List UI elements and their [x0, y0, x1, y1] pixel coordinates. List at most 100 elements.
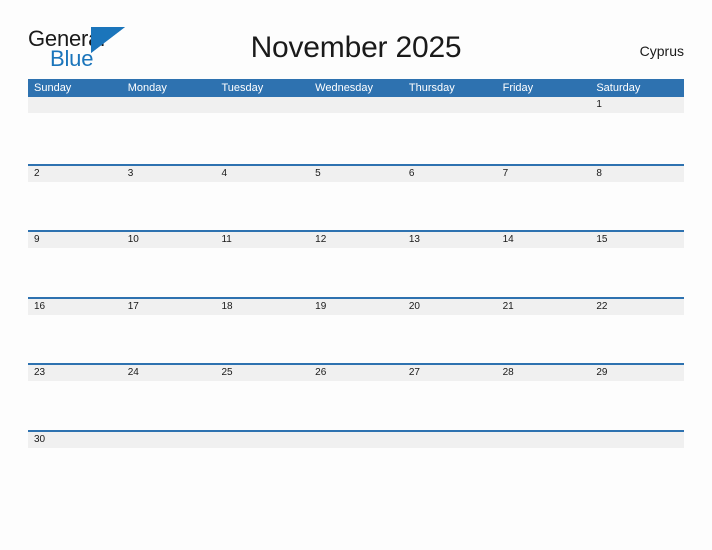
day-note-cell[interactable] [590, 113, 684, 164]
day-note-cell[interactable] [403, 315, 497, 364]
day-cell[interactable]: 12 [309, 232, 403, 248]
day-cell[interactable]: 1 [590, 97, 684, 113]
day-cell[interactable] [215, 97, 309, 113]
day-cell[interactable] [403, 97, 497, 113]
day-note-cell[interactable] [309, 248, 403, 297]
day-cell[interactable]: 13 [403, 232, 497, 248]
day-note-cell[interactable] [497, 113, 591, 164]
day-cell[interactable]: 2 [28, 166, 122, 182]
day-cell[interactable]: 26 [309, 365, 403, 381]
week-date-band: 30 [28, 431, 684, 448]
day-note-cell[interactable] [497, 248, 591, 297]
day-note-cell[interactable] [28, 182, 122, 231]
day-cell[interactable]: 25 [215, 365, 309, 381]
day-cell[interactable]: 20 [403, 299, 497, 315]
week-note-area [28, 448, 684, 470]
day-note-cell[interactable] [28, 381, 122, 430]
day-cell[interactable]: 19 [309, 299, 403, 315]
day-cell[interactable] [590, 432, 684, 448]
day-note-cell[interactable] [122, 248, 216, 297]
day-cell[interactable] [28, 97, 122, 113]
week-date-band: 9 10 11 12 13 14 15 [28, 232, 684, 248]
day-note-cell[interactable] [28, 113, 122, 164]
weekday-thursday: Thursday [408, 82, 455, 94]
day-note-cell[interactable] [497, 381, 591, 430]
day-cell[interactable]: 8 [590, 166, 684, 182]
week-date-band: 1 [28, 97, 684, 113]
day-note-cell[interactable] [309, 182, 403, 231]
day-cell[interactable] [497, 432, 591, 448]
day-note-cell[interactable] [28, 315, 122, 364]
day-cell[interactable] [309, 432, 403, 448]
day-cell[interactable]: 7 [497, 166, 591, 182]
day-note-cell[interactable] [403, 113, 497, 164]
day-cell[interactable]: 14 [497, 232, 591, 248]
week-note-area [28, 315, 684, 364]
day-note-cell[interactable] [403, 248, 497, 297]
week-note-area [28, 381, 684, 430]
day-cell[interactable] [309, 97, 403, 113]
day-cell[interactable] [497, 97, 591, 113]
day-note-cell[interactable] [590, 248, 684, 297]
day-cell[interactable]: 22 [590, 299, 684, 315]
day-note-cell[interactable] [122, 315, 216, 364]
day-note-cell[interactable] [590, 381, 684, 430]
day-note-cell[interactable] [215, 315, 309, 364]
day-cell[interactable]: 17 [122, 299, 216, 315]
day-note-cell[interactable] [309, 113, 403, 164]
day-cell[interactable] [122, 432, 216, 448]
day-cell[interactable]: 21 [497, 299, 591, 315]
day-note-cell[interactable] [309, 315, 403, 364]
day-cell[interactable]: 10 [122, 232, 216, 248]
day-cell[interactable]: 6 [403, 166, 497, 182]
day-note-cell[interactable] [590, 182, 684, 231]
day-cell[interactable]: 3 [122, 166, 216, 182]
weekday-saturday: Saturday [596, 82, 641, 94]
week-date-band: 2 3 4 5 6 7 8 [28, 165, 684, 182]
locale-label: Cyprus [639, 43, 684, 59]
day-cell[interactable]: 30 [28, 432, 122, 448]
day-note-cell[interactable] [403, 448, 497, 470]
day-cell[interactable]: 9 [28, 232, 122, 248]
day-note-cell[interactable] [309, 381, 403, 430]
day-cell[interactable]: 4 [215, 166, 309, 182]
day-cell[interactable]: 18 [215, 299, 309, 315]
day-cell[interactable] [122, 97, 216, 113]
day-note-cell[interactable] [590, 315, 684, 364]
day-note-cell[interactable] [215, 182, 309, 231]
day-cell[interactable]: 29 [590, 365, 684, 381]
week-note-area [28, 113, 684, 164]
day-cell[interactable]: 11 [215, 232, 309, 248]
day-note-cell[interactable] [215, 248, 309, 297]
week-row: 16 17 18 19 20 21 22 [28, 296, 684, 364]
day-note-cell[interactable] [590, 448, 684, 470]
day-cell[interactable]: 5 [309, 166, 403, 182]
day-note-cell[interactable] [215, 113, 309, 164]
week-date-band: 16 17 18 19 20 21 22 [28, 298, 684, 315]
day-note-cell[interactable] [497, 448, 591, 470]
day-note-cell[interactable] [497, 182, 591, 231]
day-cell[interactable]: 15 [590, 232, 684, 248]
day-note-cell[interactable] [28, 248, 122, 297]
day-note-cell[interactable] [403, 182, 497, 231]
day-cell[interactable]: 28 [497, 365, 591, 381]
week-row: 1 [28, 97, 684, 164]
day-cell[interactable]: 24 [122, 365, 216, 381]
day-note-cell[interactable] [122, 448, 216, 470]
day-note-cell[interactable] [309, 448, 403, 470]
day-cell[interactable]: 27 [403, 365, 497, 381]
day-note-cell[interactable] [122, 113, 216, 164]
day-cell[interactable]: 16 [28, 299, 122, 315]
week-note-area [28, 182, 684, 231]
day-note-cell[interactable] [403, 381, 497, 430]
day-note-cell[interactable] [28, 448, 122, 470]
day-note-cell[interactable] [215, 448, 309, 470]
day-note-cell[interactable] [122, 182, 216, 231]
day-cell[interactable] [403, 432, 497, 448]
weekday-tuesday: Tuesday [221, 82, 264, 94]
day-note-cell[interactable] [215, 381, 309, 430]
day-note-cell[interactable] [122, 381, 216, 430]
day-cell[interactable]: 23 [28, 365, 122, 381]
day-cell[interactable] [215, 432, 309, 448]
day-note-cell[interactable] [497, 315, 591, 364]
